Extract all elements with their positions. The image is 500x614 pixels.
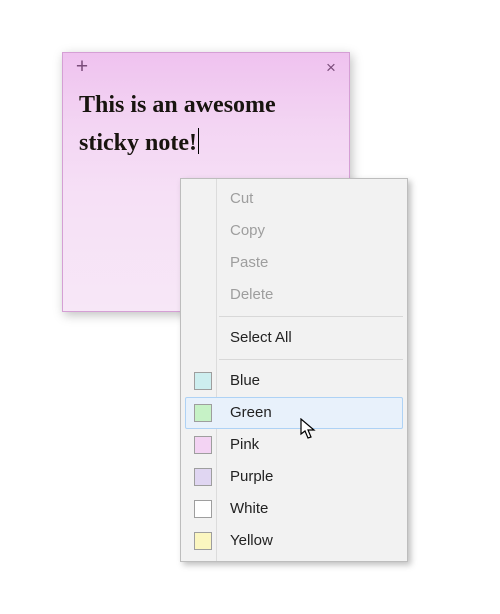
swatch-icon bbox=[194, 404, 212, 422]
swatch-icon bbox=[194, 500, 212, 518]
menu-item-cut: Cut bbox=[185, 183, 403, 215]
close-icon[interactable]: × bbox=[323, 60, 339, 76]
sticky-note-text[interactable]: This is an awesome sticky note! bbox=[63, 83, 349, 172]
menu-item-label: Blue bbox=[230, 372, 260, 389]
menu-item-color-purple[interactable]: Purple bbox=[185, 461, 403, 493]
menu-item-label: White bbox=[230, 500, 268, 517]
menu-item-label: Pink bbox=[230, 436, 259, 453]
menu-item-label: Purple bbox=[230, 468, 273, 485]
menu-item-label: Yellow bbox=[230, 532, 273, 549]
menu-item-label: Green bbox=[230, 404, 272, 421]
menu-item-label: Copy bbox=[230, 222, 265, 239]
menu-item-label: Delete bbox=[230, 286, 273, 303]
menu-item-color-pink[interactable]: Pink bbox=[185, 429, 403, 461]
menu-item-color-blue[interactable]: Blue bbox=[185, 365, 403, 397]
swatch-icon bbox=[194, 436, 212, 454]
menu-item-label: Paste bbox=[230, 254, 268, 271]
text-caret bbox=[198, 128, 199, 154]
swatch-icon bbox=[194, 372, 212, 390]
menu-item-color-white[interactable]: White bbox=[185, 493, 403, 525]
sticky-note-header: + × bbox=[63, 53, 349, 83]
menu-separator bbox=[219, 359, 403, 360]
menu-item-label: Select All bbox=[230, 329, 292, 346]
menu-item-delete: Delete bbox=[185, 279, 403, 311]
menu-separator bbox=[219, 316, 403, 317]
menu-item-select-all[interactable]: Select All bbox=[185, 322, 403, 354]
swatch-icon bbox=[194, 532, 212, 550]
note-text: This is an awesome sticky note! bbox=[79, 92, 276, 156]
context-menu: Cut Copy Paste Delete Select All Blue Gr… bbox=[180, 178, 408, 562]
menu-item-color-yellow[interactable]: Yellow bbox=[185, 525, 403, 557]
menu-item-paste: Paste bbox=[185, 247, 403, 279]
menu-item-copy: Copy bbox=[185, 215, 403, 247]
menu-item-color-green[interactable]: Green bbox=[185, 397, 403, 429]
menu-item-label: Cut bbox=[230, 190, 253, 207]
swatch-icon bbox=[194, 468, 212, 486]
plus-icon[interactable]: + bbox=[73, 58, 91, 76]
